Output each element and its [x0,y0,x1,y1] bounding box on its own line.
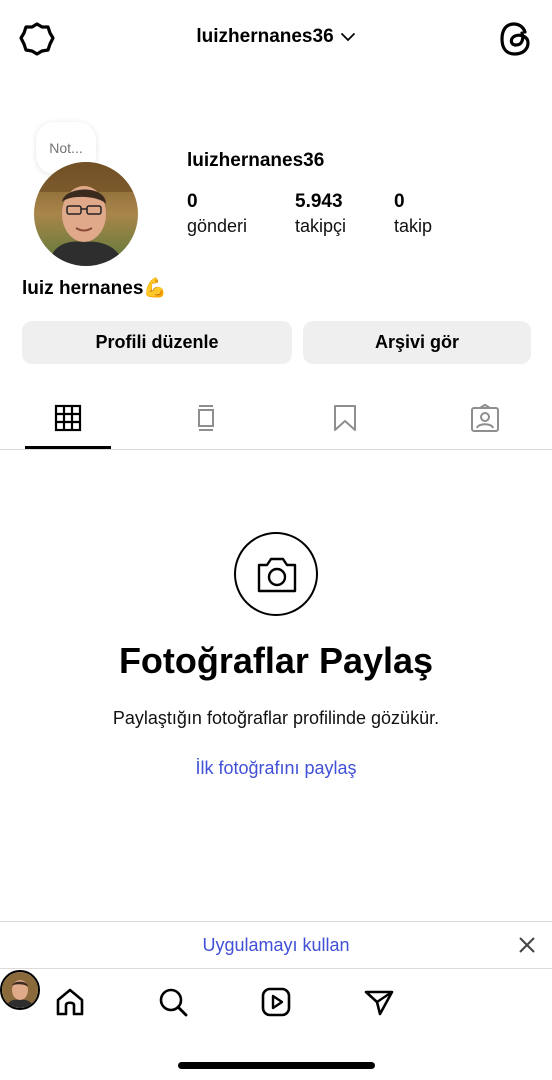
close-icon[interactable] [518,936,536,954]
camera-icon-circle[interactable] [234,532,318,616]
followers-count: 5.943 [295,191,343,212]
profile-avatar-nav[interactable] [0,970,40,1010]
followers-stat[interactable]: 5.943 takipçi [295,190,346,238]
empty-state-title: Fotoğraflar Paylaş [118,640,434,681]
bio-name: luiz hernanes💪 [22,278,168,299]
view-archive-button[interactable]: Arşivi gör [303,321,531,364]
tab-tagged[interactable] [442,390,528,450]
direct-icon[interactable] [359,982,399,1022]
account-username: luizhernanes36 [196,26,334,47]
threads-icon[interactable] [498,20,532,58]
home-icon[interactable] [50,982,90,1022]
posts-count: 0 [187,191,198,212]
account-switcher[interactable]: luizhernanes36 [0,26,552,48]
chevron-down-icon [340,29,356,45]
posts-label: gönderi [187,216,248,236]
empty-state-subtitle: Paylaştığın fotoğraflar profilinde gözük… [112,708,440,728]
tab-feed[interactable] [163,390,249,450]
profile-avatar[interactable] [34,162,138,266]
followers-label: takipçi [295,216,347,236]
edit-profile-button[interactable]: Profili düzenle [22,321,292,364]
reels-icon[interactable] [256,982,296,1022]
top-bar: luizhernanes36 [0,0,552,78]
app-banner: Uygulamayı kullan [0,921,552,969]
share-first-photo-link[interactable]: İlk fotoğrafını paylaş [0,758,552,779]
following-label: takip [394,216,433,236]
use-app-link[interactable]: Uygulamayı kullan [0,935,552,956]
search-icon[interactable] [153,982,193,1022]
profile-username: luizhernanes36 [187,150,325,171]
tab-grid[interactable] [25,390,111,449]
tab-saved[interactable] [302,390,388,450]
profile-tabs [0,390,552,450]
bottom-nav [0,970,552,1034]
following-count: 0 [394,191,405,212]
posts-stat: 0 gönderi [187,190,247,238]
home-indicator [178,1062,375,1069]
following-stat[interactable]: 0 takip [394,190,432,238]
